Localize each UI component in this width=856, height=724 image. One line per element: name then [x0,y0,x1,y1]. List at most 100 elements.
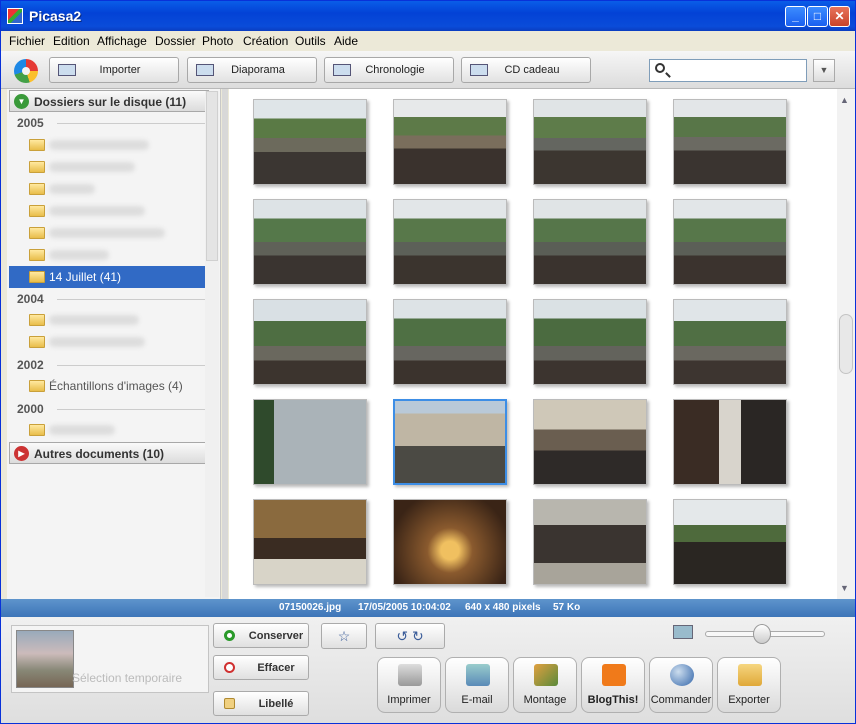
title-bar: Picasa2 _ □ ✕ [1,1,855,31]
photo-thumbnail[interactable] [533,99,647,185]
import-button[interactable]: Importer [49,57,179,83]
folder-icon [29,249,45,261]
menu-aide[interactable]: Aide [334,34,358,48]
folder-icon [29,380,45,392]
thumbnail-grid-scrollbar[interactable]: ▲ ▼ [837,89,855,599]
folder-icon [29,336,45,348]
collage-button[interactable]: Montage [513,657,577,713]
slideshow-button[interactable]: Diaporama [187,57,317,83]
photo-thumbnail[interactable] [533,499,647,585]
folder-icon [29,205,45,217]
clear-label: Effacer [257,662,295,674]
photo-tray[interactable]: Sélection temporaire [11,625,209,693]
photo-thumbnail[interactable] [533,299,647,385]
rotate-left-icon[interactable]: ↺ [396,628,408,644]
tray-photo[interactable] [16,630,74,688]
photo-thumbnail[interactable] [253,399,367,485]
search-options-button[interactable]: ▼ [813,59,835,82]
menu-bar: Fichier Edition Affichage Dossier Photo … [1,31,855,51]
email-button[interactable]: E-mail [445,657,509,713]
year-label: 2002 [17,358,44,372]
folder-icon [29,424,45,436]
photo-thumbnail[interactable] [673,199,787,285]
folder-item[interactable] [9,200,205,222]
folder-pane-scrollbar[interactable] [205,91,219,597]
photo-thumbnail[interactable] [673,99,787,185]
label-button[interactable]: Libellé [213,691,309,716]
rotate-right-icon[interactable]: ↻ [412,628,424,644]
other-header-label: Autres documents (10) [34,447,165,461]
folder-item[interactable] [9,134,205,156]
photo-thumbnail[interactable] [253,499,367,585]
slideshow-label: Diaporama [231,64,285,76]
picasa-logo-icon[interactable] [14,59,38,83]
folder-item[interactable] [9,244,205,266]
maximize-button[interactable]: □ [807,6,828,27]
red-circle-icon [224,662,235,673]
folders-on-disk-header[interactable]: ▼ Dossiers sur le disque (11) [9,90,209,112]
star-button[interactable]: ☆ [321,623,367,649]
scrollbar-thumb[interactable] [839,314,853,374]
folder-item[interactable] [9,222,205,244]
green-dot-icon [224,630,235,641]
menu-dossier[interactable]: Dossier [155,34,196,48]
menu-edition[interactable]: Edition [53,34,90,48]
menu-photo[interactable]: Photo [202,34,233,48]
photo-thumbnail[interactable] [393,99,507,185]
timeline-button[interactable]: Chronologie [324,57,454,83]
photo-thumbnail[interactable] [393,199,507,285]
folders-header-label: Dossiers sur le disque (11) [34,95,187,109]
zoom-slider-knob[interactable] [753,624,771,644]
photo-thumbnail[interactable] [253,99,367,185]
menu-creation[interactable]: Création [243,34,288,48]
folder-item-samples[interactable]: Échantillons d'images (4) [9,375,205,397]
photo-thumbnail-selected[interactable] [393,399,507,485]
photo-thumbnail[interactable] [393,299,507,385]
menu-outils[interactable]: Outils [295,34,326,48]
search-input[interactable] [649,59,807,82]
folder-item[interactable] [9,419,205,441]
divider [57,409,207,410]
photo-thumbnail[interactable] [253,199,367,285]
year-label: 2000 [17,402,44,416]
menu-fichier[interactable]: Fichier [9,34,45,48]
order-button[interactable]: Commander [649,657,713,713]
export-button[interactable]: Exporter [717,657,781,713]
photo-thumbnail[interactable] [533,199,647,285]
photo-thumbnail[interactable] [253,299,367,385]
clear-button[interactable]: Effacer [213,655,309,680]
print-button[interactable]: Imprimer [377,657,441,713]
year-label: 2004 [17,292,44,306]
email-label: E-mail [461,694,493,706]
folder-item-14-juillet[interactable]: 14 Juillet (41) [9,266,205,288]
rotate-buttons: ↺ ↻ [375,623,445,649]
menu-affichage[interactable]: Affichage [97,34,147,48]
folder-item[interactable] [9,309,205,331]
photo-info-bar: 07150026.jpg 17/05/2005 10:04:02 640 x 4… [1,599,855,617]
scrollbar-thumb[interactable] [206,91,218,261]
expand-down-icon: ▼ [14,94,29,109]
close-button[interactable]: ✕ [829,6,850,27]
label-label: Libellé [258,698,294,710]
photo-thumbnail[interactable] [393,499,507,585]
photo-thumbnail[interactable] [533,399,647,485]
scroll-down-icon[interactable]: ▼ [840,583,849,593]
folder-item[interactable] [9,178,205,200]
tag-icon [224,698,235,709]
scroll-up-icon[interactable]: ▲ [840,95,849,105]
gift-cd-button[interactable]: CD cadeau [461,57,591,83]
blurred-folder-name [49,250,109,260]
photo-thumbnail[interactable] [673,499,787,585]
photo-thumbnail[interactable] [673,399,787,485]
photo-thumbnail[interactable] [673,299,787,385]
zoom-icon [673,625,693,639]
folder-item[interactable] [9,331,205,353]
other-documents-header[interactable]: ▶ Autres documents (10) [9,442,209,464]
minimize-button[interactable]: _ [785,6,806,27]
folder-icon [29,183,45,195]
blogthis-button[interactable]: BlogThis! [581,657,645,713]
keep-button[interactable]: Conserver [213,623,309,648]
pane-splitter[interactable] [222,89,228,599]
folder-item[interactable] [9,156,205,178]
blurred-folder-name [49,162,135,172]
